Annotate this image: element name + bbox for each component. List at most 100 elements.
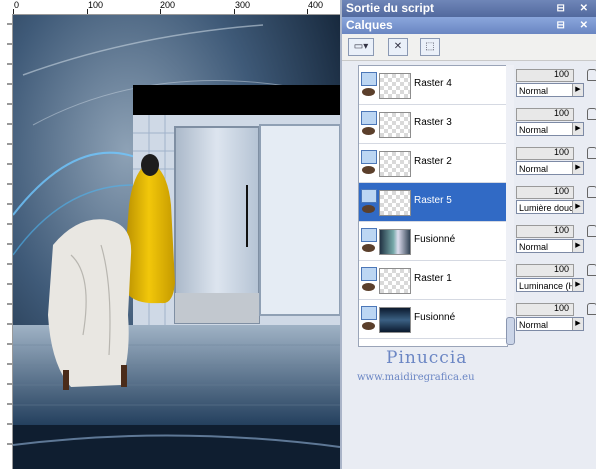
layer-type-icon: [361, 267, 377, 281]
layers-toolbar: ▭▾ ✕ ⬚: [342, 34, 596, 61]
layer-name: Raster 1: [414, 273, 452, 284]
opacity-slider[interactable]: 100: [516, 264, 574, 277]
image-canvas[interactable]: [13, 15, 340, 469]
lock-icon[interactable]: [587, 264, 596, 276]
layer-type-icon: [361, 150, 377, 164]
blend-mode-select[interactable]: Normal ▶: [516, 122, 584, 136]
canvas-artwork: [13, 15, 340, 469]
lock-icon[interactable]: [587, 147, 596, 159]
layer-thumbnail: [379, 268, 411, 294]
layer-type-icon: [361, 189, 377, 203]
layer-row[interactable]: Raster 3: [359, 105, 507, 144]
dropdown-arrow-icon[interactable]: ▶: [572, 318, 583, 330]
layer-name: Raster 4: [414, 78, 452, 89]
layer-name: Raster 3: [414, 117, 452, 128]
blend-mode-select[interactable]: Lumière douce ▶: [516, 200, 584, 214]
opacity-slider[interactable]: 100: [516, 225, 574, 238]
layers-title: Calques: [346, 18, 393, 32]
layer-props: 100 Normal ▶: [514, 299, 596, 337]
layer-row[interactable]: Raster 4: [359, 66, 507, 105]
opacity-value: 100: [553, 69, 569, 79]
layer-row[interactable]: Raster 2: [359, 144, 507, 183]
ruler-mark: 100: [88, 0, 104, 10]
layer-props: 100 Lumière douce ▶: [514, 182, 596, 220]
opacity-slider[interactable]: 100: [516, 108, 574, 121]
script-output-titlebar[interactable]: Sortie du script ⊟ ✕: [342, 0, 596, 17]
layers-scrollbar[interactable]: [506, 65, 515, 345]
script-output-title: Sortie du script: [346, 1, 435, 15]
delete-layer-icon[interactable]: ✕: [388, 38, 408, 56]
layer-thumbnail: [379, 73, 411, 99]
opacity-value: 100: [553, 303, 569, 313]
blend-mode-select[interactable]: Normal ▶: [516, 239, 584, 253]
layer-name: Fusionné: [414, 234, 456, 245]
layer-name: Raster 2: [414, 156, 452, 167]
opacity-slider[interactable]: 100: [516, 147, 574, 160]
lock-icon[interactable]: [587, 225, 596, 237]
blend-mode-value: Normal: [519, 320, 549, 330]
opacity-slider[interactable]: 100: [516, 303, 574, 316]
lock-icon[interactable]: [587, 69, 596, 81]
blend-mode-value: Normal: [519, 242, 549, 252]
ruler-vertical-ticks: [7, 23, 12, 445]
dropdown-arrow-icon[interactable]: ▶: [572, 84, 583, 96]
opacity-slider[interactable]: 100: [516, 69, 574, 82]
layer-row[interactable]: Fusionné: [359, 300, 507, 339]
eye-icon[interactable]: [362, 244, 375, 252]
eye-icon[interactable]: [362, 88, 375, 96]
layer-properties: 100 Normal ▶ 100 Normal ▶ 100 Normal ▶ 100 …: [514, 65, 596, 345]
blend-mode-value: Normal: [519, 86, 549, 96]
ruler-mark: 400: [308, 0, 324, 10]
close-icon[interactable]: ⊟ ✕: [556, 17, 594, 34]
layer-row[interactable]: Raster 1: [359, 261, 507, 300]
layer-row[interactable]: Fusionné: [359, 222, 507, 261]
layers-titlebar[interactable]: Calques ⊟ ✕: [342, 17, 596, 34]
opacity-value: 100: [553, 264, 569, 274]
layer-thumbnail: [379, 190, 411, 216]
eye-icon[interactable]: [362, 127, 375, 135]
opacity-value: 100: [553, 186, 569, 196]
layer-type-icon: [361, 111, 377, 125]
opacity-value: 100: [553, 225, 569, 235]
lock-icon[interactable]: [587, 186, 596, 198]
layer-type-icon: [361, 306, 377, 320]
layer-thumbnail: [379, 307, 411, 333]
lock-icon[interactable]: [587, 303, 596, 315]
ruler-mark: 200: [160, 0, 176, 10]
credit-url: www.maidiregrafica.eu: [357, 372, 475, 383]
layer-thumbnail: [379, 112, 411, 138]
side-panel: Sortie du script ⊟ ✕ Calques ⊟ ✕ ▭▾ ✕ ⬚ …: [340, 0, 596, 469]
dropdown-arrow-icon[interactable]: ▶: [572, 240, 583, 252]
blend-mode-select[interactable]: Normal ▶: [516, 83, 584, 97]
blend-mode-value: Luminance (H): [519, 281, 579, 291]
layer-type-icon: [361, 228, 377, 242]
blend-mode-value: Normal: [519, 164, 549, 174]
eye-icon[interactable]: [362, 322, 375, 330]
new-layer-icon[interactable]: ▭▾: [348, 38, 374, 56]
layer-row-selected[interactable]: Raster 5: [359, 183, 507, 222]
blend-mode-select[interactable]: Luminance (H) ▶: [516, 278, 584, 292]
blend-mode-select[interactable]: Normal ▶: [516, 317, 584, 331]
opacity-slider[interactable]: 100: [516, 186, 574, 199]
opacity-value: 100: [553, 147, 569, 157]
opacity-value: 100: [553, 108, 569, 118]
layers-list: Raster 4 Raster 3 Raster 2 Raster 5 Fusi…: [358, 65, 508, 347]
dropdown-arrow-icon[interactable]: ▶: [572, 201, 583, 213]
eye-icon[interactable]: [362, 205, 375, 213]
ruler-mark: 300: [235, 0, 251, 10]
blend-mode-value: Lumière douce: [519, 203, 579, 213]
layer-type-icon: [361, 72, 377, 86]
dropdown-arrow-icon[interactable]: ▶: [572, 279, 583, 291]
lock-icon[interactable]: [587, 108, 596, 120]
eye-icon[interactable]: [362, 166, 375, 174]
eye-icon[interactable]: [362, 283, 375, 291]
mask-icon[interactable]: ⬚: [420, 38, 440, 56]
blend-mode-value: Normal: [519, 125, 549, 135]
dropdown-arrow-icon[interactable]: ▶: [572, 123, 583, 135]
pin-icon[interactable]: ⊟ ✕: [556, 0, 594, 17]
layer-props: 100 Normal ▶: [514, 143, 596, 181]
blend-mode-select[interactable]: Normal ▶: [516, 161, 584, 175]
layer-props: 100 Luminance (H) ▶: [514, 260, 596, 298]
ruler-mark: 0: [14, 0, 20, 10]
dropdown-arrow-icon[interactable]: ▶: [572, 162, 583, 174]
